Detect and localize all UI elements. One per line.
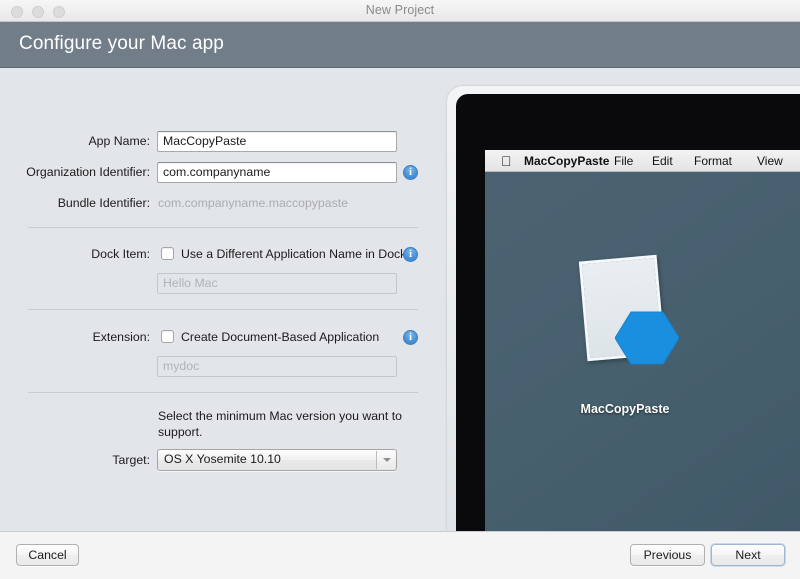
app-name-input[interactable]: MacCopyPaste (157, 131, 397, 152)
menu-item-app-name[interactable]: MacCopyPaste (524, 153, 609, 169)
extension-checkbox[interactable] (161, 330, 174, 343)
divider-dock (28, 227, 418, 228)
menu-item-file[interactable]: File (614, 153, 633, 169)
mac-bezel:  MacCopyPaste File Edit Format View (456, 94, 800, 531)
chevron-down-icon (383, 458, 391, 462)
bundle-identifier-value: com.companyname.maccopypaste (158, 196, 349, 210)
dock-item-checkbox[interactable] (161, 247, 174, 260)
window-titlebar: New Project (0, 0, 800, 22)
divider-extension (28, 309, 418, 310)
hexagon-icon (615, 311, 679, 365)
menu-item-view[interactable]: View (757, 153, 783, 169)
mac-device-frame:  MacCopyPaste File Edit Format View (447, 86, 800, 531)
organization-identifier-label: Organization Identifier: (26, 165, 150, 179)
target-select[interactable]: OS X Yosemite 10.10 (157, 449, 397, 471)
app-name-label: App Name: (88, 134, 150, 148)
window-title: New Project (365, 3, 435, 17)
target-help-text: Select the minimum Mac version you want … (158, 409, 402, 439)
previous-button[interactable]: Previous (630, 544, 705, 566)
configuration-form: App Name: MacCopyPaste Organization Iden… (0, 68, 445, 531)
target-label: Target: (112, 453, 150, 467)
target-select-value: OS X Yosemite 10.10 (164, 452, 281, 466)
mac-screen:  MacCopyPaste File Edit Format View (485, 150, 800, 531)
new-project-window: New Project Configure your Mac app App N… (0, 0, 800, 579)
wizard-content: App Name: MacCopyPaste Organization Iden… (0, 68, 800, 531)
target-select-arrow-box[interactable] (376, 451, 395, 469)
dock-item-label: Dock Item: (91, 247, 150, 261)
apple-logo-icon:  (501, 152, 512, 170)
preview-desktop: MacCopyPaste (485, 172, 800, 531)
bundle-identifier-label: Bundle Identifier: (57, 196, 150, 210)
extension-label: Extension: (92, 330, 150, 344)
dock-item-info-icon[interactable]: i (403, 247, 418, 262)
extension-checkbox-label[interactable]: Create Document-Based Application (181, 330, 379, 344)
next-button[interactable]: Next (711, 544, 785, 566)
extension-value-input[interactable]: mydoc (157, 356, 397, 377)
menu-item-edit[interactable]: Edit (652, 153, 673, 169)
app-document-icon (565, 252, 705, 392)
wizard-header: Configure your Mac app (0, 22, 800, 68)
extension-info-icon[interactable]: i (403, 330, 418, 345)
dock-item-name-input[interactable]: Hello Mac (157, 273, 397, 294)
menu-item-format[interactable]: Format (694, 153, 732, 169)
page-title: Configure your Mac app (19, 33, 224, 54)
cancel-button[interactable]: Cancel (16, 544, 79, 566)
dock-item-checkbox-label[interactable]: Use a Different Application Name in Dock (181, 247, 406, 261)
preview-menubar:  MacCopyPaste File Edit Format View (485, 150, 800, 172)
wizard-footer: Cancel Previous Next (0, 532, 800, 579)
organization-identifier-input[interactable]: com.companyname (157, 162, 397, 183)
organization-identifier-info-icon[interactable]: i (403, 165, 418, 180)
app-icon-label: MacCopyPaste (580, 402, 670, 416)
divider-target (28, 392, 418, 393)
mac-preview-panel:  MacCopyPaste File Edit Format View (445, 68, 800, 531)
